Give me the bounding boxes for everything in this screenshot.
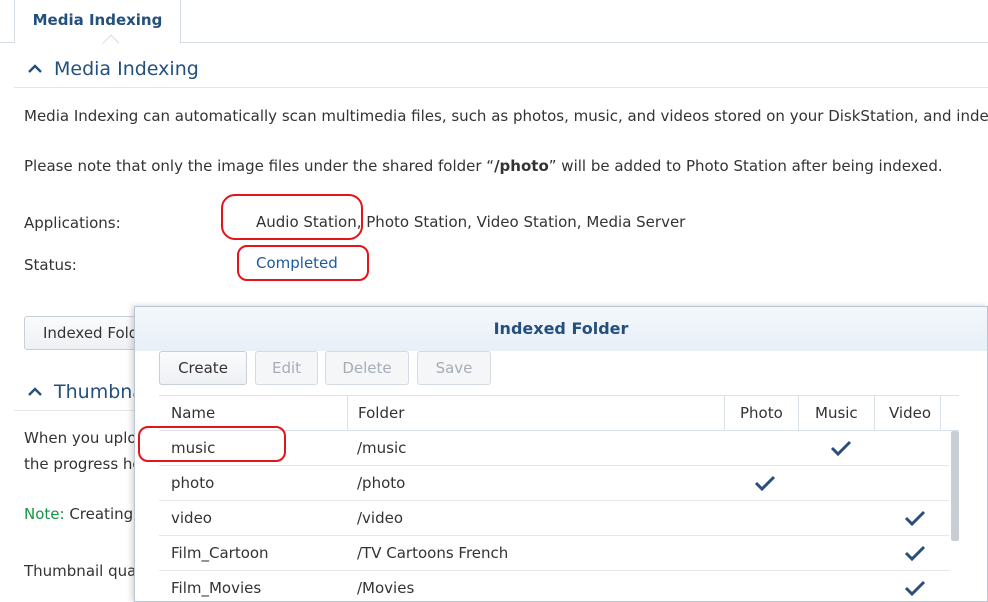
column-separator — [347, 396, 348, 431]
column-header-video[interactable]: Video — [889, 396, 931, 431]
note-prefix: Please note that only the image files un… — [24, 157, 495, 175]
tab-label: Media Indexing — [32, 11, 163, 29]
tab-active-indicator — [102, 34, 120, 52]
row-folder: /photo — [357, 474, 406, 492]
table-row[interactable]: photo /photo — [159, 466, 949, 501]
delete-button[interactable]: Delete — [325, 351, 409, 385]
note-text: Creating — [64, 505, 134, 523]
thumbnail-description-line2: the progress he — [24, 455, 142, 473]
tab-media-indexing[interactable]: Media Indexing — [14, 0, 181, 52]
checkmark-icon — [904, 580, 926, 597]
media-indexing-description: Media Indexing can automatically scan mu… — [24, 107, 988, 125]
thumbnail-note: Note: Creating — [24, 505, 133, 523]
thumbnail-quality-label: Thumbnail qual — [24, 562, 141, 580]
save-button[interactable]: Save — [417, 351, 491, 385]
dialog-title: Indexed Folder — [493, 319, 629, 338]
column-separator — [940, 396, 941, 431]
annotation-applications — [221, 194, 363, 240]
dialog-title-bar: Indexed Folder — [135, 307, 987, 351]
column-header-photo[interactable]: Photo — [740, 396, 783, 431]
column-separator — [724, 396, 725, 431]
photo-folder-note: Please note that only the image files un… — [24, 157, 943, 175]
checkmark-icon — [904, 545, 926, 562]
column-header-folder[interactable]: Folder — [358, 396, 404, 431]
table-row[interactable]: video /video — [159, 501, 949, 536]
row-name: photo — [171, 474, 215, 492]
section-title: Media Indexing — [54, 58, 199, 80]
annotation-music-row — [138, 426, 286, 462]
chevron-up-icon[interactable] — [26, 383, 44, 401]
status-label: Status: — [24, 256, 77, 274]
row-folder: /music — [357, 439, 407, 457]
applications-label: Applications: — [24, 214, 121, 232]
column-header-music[interactable]: Music — [815, 396, 858, 431]
column-separator — [798, 396, 799, 431]
annotation-status — [237, 245, 369, 281]
row-folder: /Movies — [357, 579, 415, 597]
media-indexing-section-header[interactable]: Media Indexing — [14, 54, 988, 88]
table-row[interactable]: Film_Cartoon /TV Cartoons French — [159, 536, 949, 571]
chevron-up-icon[interactable] — [26, 60, 44, 78]
note-suffix: ” will be added to Photo Station after b… — [548, 157, 943, 175]
checkmark-icon — [754, 475, 776, 492]
checkmark-icon — [904, 510, 926, 527]
note-folder: /photo — [494, 157, 549, 175]
create-button[interactable]: Create — [159, 351, 247, 385]
column-separator — [874, 396, 875, 431]
row-name: video — [171, 509, 212, 527]
row-name: Film_Cartoon — [171, 544, 269, 562]
grid-scrollbar[interactable] — [951, 431, 959, 541]
checkmark-icon — [830, 440, 852, 457]
row-folder: /TV Cartoons French — [357, 544, 509, 562]
tab-bar: Media Indexing — [0, 0, 988, 52]
row-folder: /video — [357, 509, 404, 527]
row-name: Film_Movies — [171, 579, 262, 597]
table-row[interactable]: Film_Movies /Movies — [159, 571, 949, 601]
note-label: Note: — [24, 505, 65, 523]
edit-button[interactable]: Edit — [255, 351, 318, 385]
